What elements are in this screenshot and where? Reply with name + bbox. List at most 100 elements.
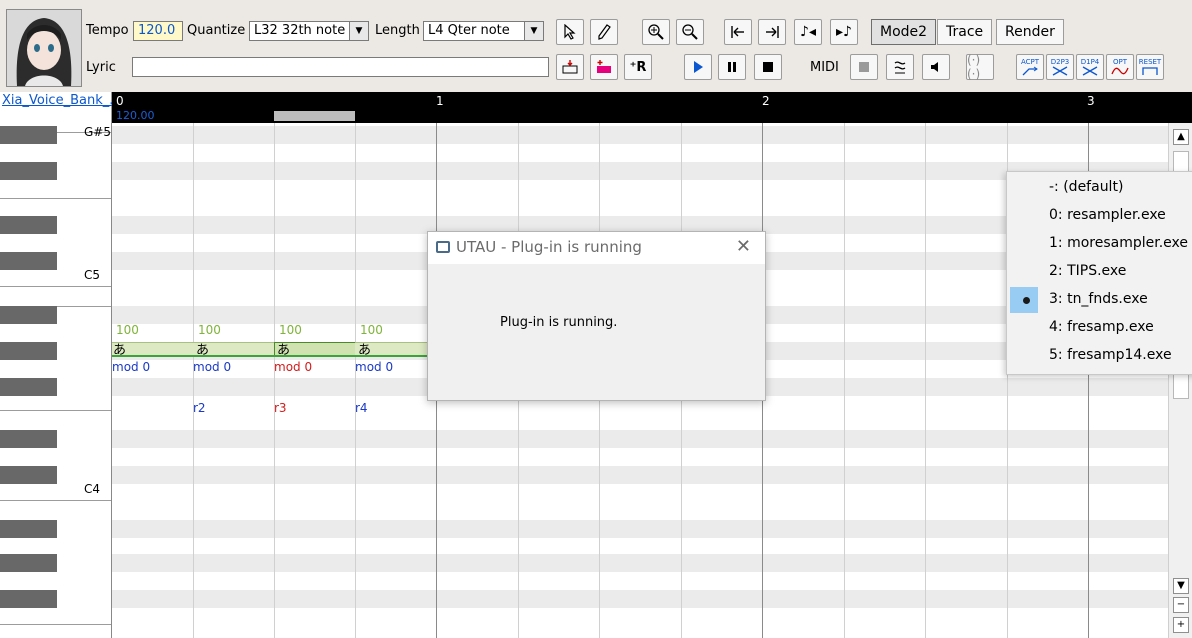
speaker-icon (929, 60, 943, 74)
select-tool-button[interactable] (556, 19, 584, 45)
key-label-gsharp5: G#5 (84, 125, 111, 139)
bracket-curve-icon (1141, 66, 1159, 76)
black-key[interactable] (0, 126, 57, 144)
black-key-row (112, 466, 1168, 484)
menu-item-resampler[interactable]: 0: resampler.exe (1007, 202, 1192, 230)
plugin-d1p4-button[interactable]: D1P4 (1076, 54, 1104, 80)
pause-icon (726, 60, 738, 74)
note-mod: mod 0 (193, 360, 232, 374)
chevron-down-icon[interactable]: ▼ (349, 22, 368, 40)
radio-dot-icon (1023, 297, 1030, 304)
black-key[interactable] (0, 466, 57, 484)
midi-label: MIDI (810, 60, 839, 75)
black-key[interactable] (0, 216, 57, 234)
note-mod: mod 0 (112, 360, 151, 374)
note-lyric: あ (277, 343, 291, 358)
note-velocity: 100 (198, 323, 221, 337)
black-key[interactable] (0, 252, 57, 270)
length-select[interactable]: L4 Qter note ▼ (423, 21, 544, 41)
voicebank-tab[interactable]: Xia_Voice_Bank_... (0, 92, 122, 123)
cross-curve-icon (1051, 66, 1069, 76)
add-rest-button[interactable] (590, 54, 618, 80)
scroll-down-button[interactable]: ▼ (1173, 578, 1189, 594)
black-key[interactable] (0, 520, 57, 538)
black-key[interactable] (0, 590, 57, 608)
black-key[interactable] (0, 554, 57, 572)
cross-curve-icon (1081, 66, 1099, 76)
key-divider (0, 198, 111, 199)
pencil-tool-button[interactable] (590, 19, 618, 45)
jump-start-button[interactable] (724, 19, 752, 45)
insert-note-button[interactable] (556, 54, 584, 80)
prev-note-button[interactable]: ♪◂ (794, 19, 822, 45)
record-icon (858, 61, 870, 73)
plugin-acpt-button[interactable]: ACPT (1016, 54, 1044, 80)
note-prev-icon: ♪◂ (800, 24, 816, 40)
voicebank-name: Xia_Voice_Bank_... (2, 93, 122, 108)
zoom-plus-button[interactable]: + (1173, 617, 1189, 633)
menu-item-fresamp[interactable]: 4: fresamp.exe (1007, 314, 1192, 342)
menu-item-fresamp14[interactable]: 5: fresamp14.exe (1007, 342, 1192, 370)
voicebank-avatar[interactable] (6, 9, 82, 87)
menu-item-moresampler[interactable]: 1: moresampler.exe (1007, 230, 1192, 258)
zoom-in-icon (647, 23, 665, 41)
menu-item-tn-fnds[interactable]: 3: tn_fnds.exe (1007, 286, 1192, 314)
plugin-reset-button[interactable]: RESET (1136, 54, 1164, 80)
speaker-button[interactable] (922, 54, 950, 80)
key-divider (0, 500, 111, 501)
scroll-up-button[interactable]: ▲ (1173, 129, 1189, 145)
black-key-row (112, 430, 1168, 448)
midi-input-button[interactable] (886, 54, 914, 80)
pause-button[interactable] (718, 54, 746, 80)
next-note-button[interactable]: ▸♪ (830, 19, 858, 45)
lyric-label: Lyric (86, 60, 116, 75)
insert-icon (561, 59, 579, 75)
plugin-opt-button[interactable]: OPT (1106, 54, 1134, 80)
mode2-button[interactable]: Mode2 (871, 19, 937, 45)
note-lyric: あ (196, 343, 210, 358)
loop-button[interactable]: (·)(·) (966, 53, 994, 81)
key-label-c4: C4 (84, 482, 101, 496)
black-key[interactable] (0, 306, 57, 324)
beat-line (193, 123, 194, 638)
plugin-running-dialog[interactable]: UTAU - Plug-in is running ✕ Plug-in is r… (427, 231, 766, 401)
black-key-row (112, 126, 1168, 144)
plugin-d2p3-button[interactable]: D2P3 (1046, 54, 1074, 80)
black-key[interactable] (0, 342, 57, 360)
zoom-in-button[interactable] (642, 19, 670, 45)
black-key[interactable] (0, 430, 57, 448)
trace-button[interactable]: Trace (937, 19, 993, 45)
zoom-out-icon (681, 23, 699, 41)
resampler-menu[interactable]: -: (default) 0: resampler.exe 1: moresam… (1006, 171, 1192, 375)
dialog-title: UTAU - Plug-in is running (456, 238, 642, 256)
menu-item-tips[interactable]: 2: TIPS.exe (1007, 258, 1192, 286)
wave-curve-icon (1111, 66, 1129, 76)
zoom-minus-button[interactable]: − (1173, 597, 1189, 613)
measure-ruler[interactable]: 0 1 2 3 120.00 (112, 92, 1192, 123)
zoom-out-button[interactable] (676, 19, 704, 45)
quantize-value: L32 32th note (254, 23, 346, 38)
lyric-input[interactable] (132, 57, 549, 77)
view-range-thumb[interactable] (274, 111, 355, 121)
quantize-select[interactable]: L32 32th note ▼ (249, 21, 369, 41)
render-button[interactable]: Render (996, 19, 1064, 45)
midi-record-button[interactable] (850, 54, 878, 80)
chevron-down-icon[interactable]: ▼ (524, 22, 543, 40)
jump-end-button[interactable] (758, 19, 786, 45)
play-icon (692, 60, 704, 74)
menu-item-default[interactable]: -: (default) (1007, 174, 1192, 202)
beat-line (844, 123, 845, 638)
close-icon[interactable]: ✕ (736, 236, 751, 257)
tempo-input[interactable]: 120.0 (133, 21, 183, 41)
black-key[interactable] (0, 162, 57, 180)
piano-keyboard[interactable]: G#5 C5 C4 (0, 123, 112, 638)
stop-button[interactable] (754, 54, 782, 80)
quantize-label: Quantize (187, 23, 246, 38)
note-mod-selected: mod 0 (274, 360, 313, 374)
black-key[interactable] (0, 378, 57, 396)
dialog-titlebar[interactable]: UTAU - Plug-in is running ✕ (428, 232, 765, 264)
pitch-curve[interactable] (112, 355, 436, 357)
play-button[interactable] (684, 54, 712, 80)
measure-3: 3 (1087, 94, 1095, 108)
insert-rest-button[interactable]: ⁺R (624, 54, 652, 80)
